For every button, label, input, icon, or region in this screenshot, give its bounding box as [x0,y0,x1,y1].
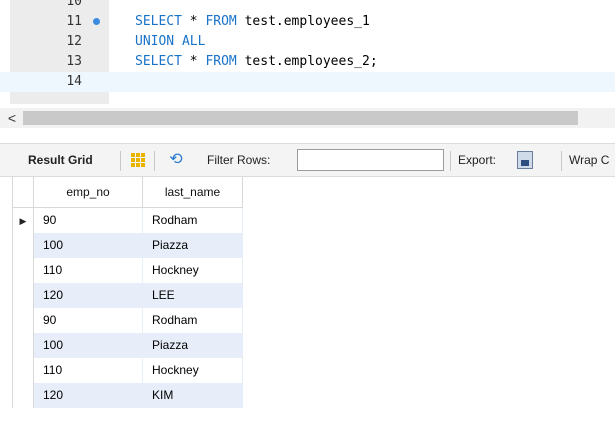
filter-rows-label: Filter Rows: [207,153,271,167]
code-text: SELECT * FROM test.employees_2; [135,52,378,72]
refresh-icon[interactable]: ⟲ [166,151,186,169]
row-selector[interactable] [12,333,34,358]
column-header-last-name[interactable]: last_name [143,177,243,208]
sql-keyword: UNION ALL [135,34,206,49]
cell-emp-no[interactable]: 100 [34,333,143,358]
cell-last-name[interactable]: Piazza [143,233,243,258]
editor-line[interactable]: 11 SELECT * FROM test.employees_1 [0,12,615,32]
export-icon[interactable] [517,151,533,169]
cell-emp-no[interactable]: 100 [34,233,143,258]
row-selector[interactable]: ▶ [12,208,34,233]
editor-line[interactable]: 14 [0,72,615,92]
sql-keyword: SELECT [135,54,182,69]
cell-last-name[interactable]: Hockney [143,358,243,383]
cell-last-name[interactable]: Piazza [143,333,243,358]
result-grid-tab[interactable]: Result Grid [28,152,93,168]
grid-icon[interactable] [131,153,145,167]
row-selector[interactable] [12,358,34,383]
cell-emp-no[interactable]: 120 [34,283,143,308]
editor-horizontal-scrollbar[interactable]: < [0,108,615,128]
toolbar-separator [154,151,155,171]
export-label: Export: [458,153,497,167]
scrollbar-thumb[interactable] [23,111,578,125]
result-toolbar: Result Grid ⟲ Filter Rows: Export: Wrap … [0,143,615,177]
sql-text: test.employees_2; [236,54,378,69]
sql-editor[interactable]: 10 11 SELECT * FROM test.employees_1 12 UNIO… [0,0,615,104]
row-selector[interactable] [12,308,34,333]
row-selector[interactable] [12,258,34,283]
cell-last-name[interactable]: Rodham [143,308,243,333]
sql-text: * [181,54,206,69]
cell-last-name[interactable]: Hockney [143,258,243,283]
line-number: 10 [66,0,82,9]
column-header-emp-no[interactable]: emp_no [34,177,143,208]
row-selector[interactable] [12,233,34,258]
statement-marker-icon [93,18,100,25]
sql-keyword: SELECT [135,14,182,29]
code-text: UNION ALL [135,32,205,52]
line-number: 13 [66,54,82,69]
editor-line[interactable]: 13 SELECT * FROM test.employees_2; [0,52,615,72]
toolbar-separator [120,151,121,171]
cell-emp-no[interactable]: 110 [34,258,143,283]
code-text: SELECT * FROM test.employees_1 [135,12,370,32]
toolbar-separator [450,151,451,171]
current-row-arrow-icon: ▶ [19,216,27,226]
wrap-cell-content-toggle[interactable]: Wrap C [569,152,609,168]
cell-emp-no[interactable]: 110 [34,358,143,383]
sql-text: * [181,14,206,29]
scroll-left-arrow-icon[interactable]: < [4,109,20,127]
cell-last-name[interactable]: Rodham [143,208,243,233]
toolbar-separator [561,151,562,171]
cell-emp-no[interactable]: 90 [34,308,143,333]
editor-line[interactable]: 12 UNION ALL [0,32,615,52]
cell-emp-no[interactable]: 120 [34,383,143,408]
result-grid[interactable]: emp_no last_name ▶ 90 Rodham 100 Piazza 110 Ho… [0,177,615,438]
cell-emp-no[interactable]: 90 [34,208,143,233]
cell-last-name[interactable]: KIM [143,383,243,408]
sql-keyword: FROM [205,14,237,29]
line-number: 12 [66,34,82,49]
line-number: 11 [66,14,82,29]
filter-rows-input[interactable] [297,149,444,171]
row-selector[interactable] [12,383,34,408]
row-selector[interactable] [12,283,34,308]
row-selector-header[interactable] [12,177,34,208]
cell-last-name[interactable]: LEE [143,283,243,308]
line-number: 14 [66,74,82,89]
editor-line[interactable]: 10 [0,0,615,12]
sql-keyword: FROM [205,54,237,69]
sql-text: test.employees_1 [236,14,370,29]
